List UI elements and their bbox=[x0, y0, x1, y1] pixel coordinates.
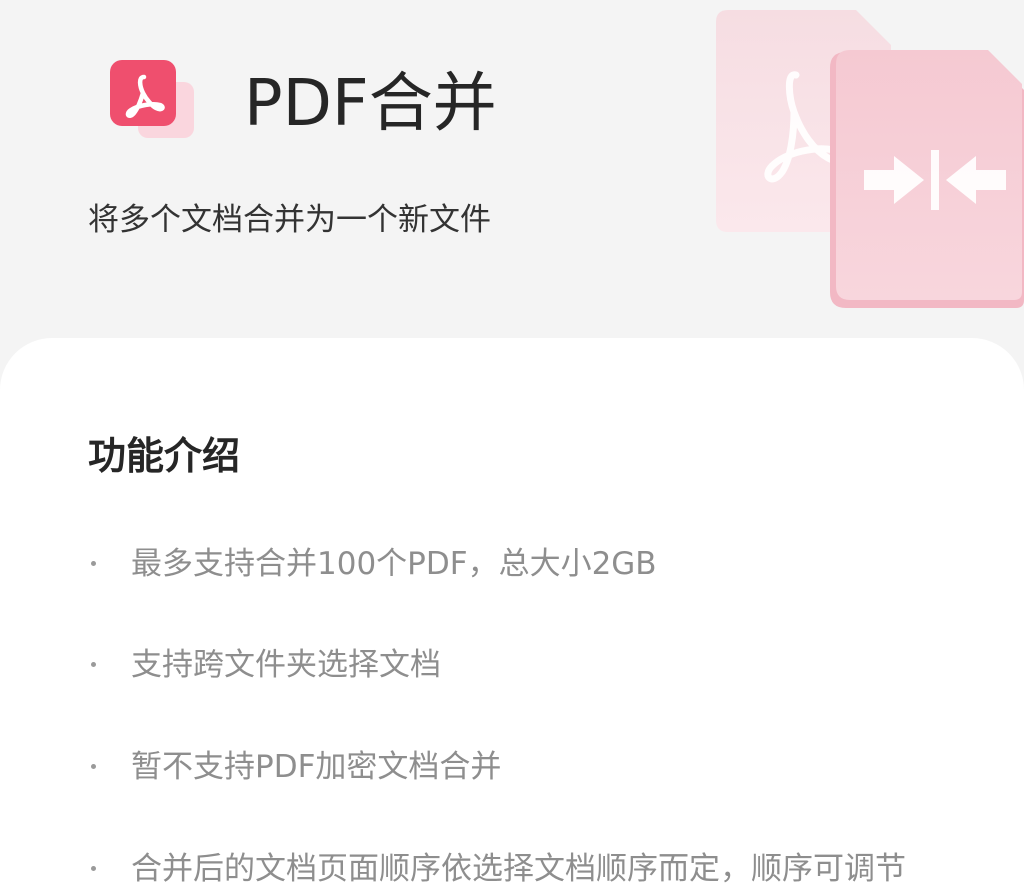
bullet-dot-icon bbox=[91, 561, 96, 566]
bullet-dot-icon bbox=[91, 866, 96, 871]
feature-item: 合并后的文档页面顺序依选择文档顺序而定，顺序可调节 bbox=[0, 839, 1024, 894]
pdf-acrobat-icon bbox=[110, 60, 194, 138]
feature-item: 支持跨文件夹选择文档 bbox=[0, 635, 1024, 695]
feature-text: 合并后的文档页面顺序依选择文档顺序而定，顺序可调节 bbox=[131, 851, 906, 887]
page-subtitle: 将多个文档合并为一个新文件 bbox=[88, 202, 491, 238]
feature-text: 支持跨文件夹选择文档 bbox=[131, 647, 441, 683]
feature-intro-card: 功能介绍 最多支持合并100个PDF，总大小2GB 支持跨文件夹选择文档 暂不支… bbox=[0, 338, 1024, 894]
feature-text: 暂不支持PDF加密文档合并 bbox=[131, 749, 502, 785]
page: PDF合并 将多个文档合并为一个新文件 功能介绍 最多支持合并100个PDF，总… bbox=[0, 0, 1024, 894]
bullet-dot-icon bbox=[91, 662, 96, 667]
feature-item: 最多支持合并100个PDF，总大小2GB bbox=[0, 534, 1024, 594]
feature-text: 最多支持合并100个PDF，总大小2GB bbox=[131, 546, 657, 582]
page-title: PDF合并 bbox=[244, 67, 497, 141]
pdf-merge-icon bbox=[716, 10, 1024, 308]
bullet-dot-icon bbox=[91, 764, 96, 769]
header: PDF合并 将多个文档合并为一个新文件 bbox=[0, 0, 1024, 360]
section-title: 功能介绍 bbox=[88, 434, 241, 478]
feature-item: 暂不支持PDF加密文档合并 bbox=[0, 737, 1024, 797]
